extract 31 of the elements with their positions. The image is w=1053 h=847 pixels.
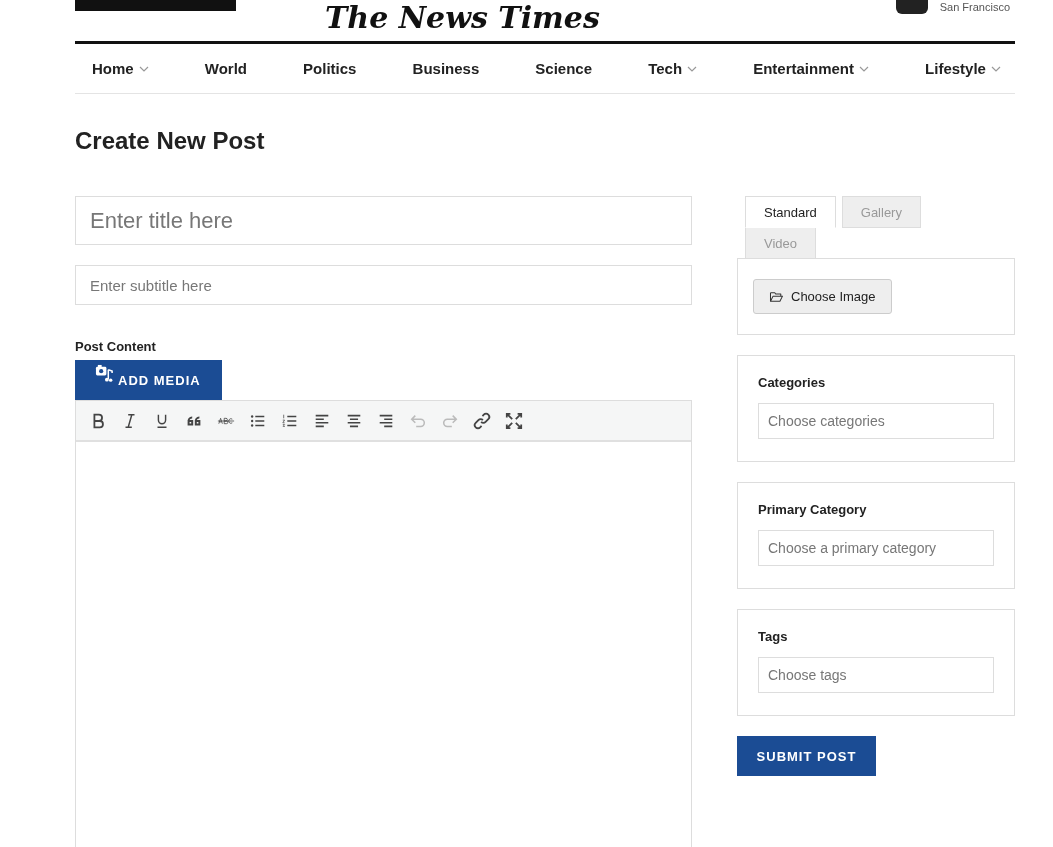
chevron-down-icon [687, 65, 698, 72]
add-media-button[interactable]: ADD MEDIA [75, 360, 222, 400]
nav-link[interactable]: Home [92, 60, 149, 77]
folder-icon [769, 290, 784, 303]
chevron-down-icon [990, 65, 1001, 72]
post-content-label: Post Content [75, 339, 157, 354]
media-icon [95, 363, 114, 383]
nav-link[interactable]: Business [412, 60, 480, 77]
nav-link[interactable]: Lifestyle [925, 60, 1001, 77]
location-label: San Francisco [939, 0, 1010, 14]
panel-label: Tags [758, 629, 789, 644]
masthead-title: The News Times [325, 0, 600, 36]
select-field[interactable]: Choose tags [758, 657, 994, 693]
chevron-down-icon [859, 65, 869, 72]
subtitle-field[interactable]: Enter subtitle here [75, 265, 692, 305]
title-field[interactable]: Enter title here [75, 196, 692, 245]
choose-image-button[interactable]: Choose Image [753, 279, 892, 314]
select-field[interactable]: Choose categories [758, 403, 994, 439]
format-tab[interactable]: Standard [745, 196, 836, 228]
select-field[interactable]: Choose a primary category [758, 530, 994, 566]
page-title: Create New Post [75, 127, 266, 155]
weather-icon [895, 0, 928, 14]
nav-link[interactable]: Politics [303, 60, 357, 77]
nav-link[interactable]: World [204, 60, 247, 77]
chevron-down-icon [138, 65, 149, 72]
panel-label: Primary Category [758, 502, 868, 517]
nav-link[interactable]: Tech [648, 60, 698, 77]
nav-link[interactable]: Entertainment [753, 60, 869, 77]
panel-label: Categories [758, 375, 827, 390]
nav-link[interactable]: Science [535, 60, 593, 77]
submit-button[interactable]: SUBMIT POST [737, 736, 876, 776]
